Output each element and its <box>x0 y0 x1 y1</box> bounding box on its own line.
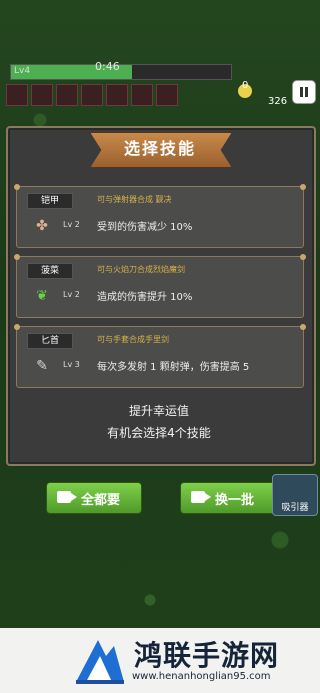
skill-level: Lv 2 <box>63 220 80 229</box>
armor-icon: ✤ <box>36 218 48 234</box>
skill-description: 造成的伤害提升 10% <box>97 292 193 303</box>
luck-subtext: 有机会选择4个技能 <box>107 426 211 440</box>
skill-description: 每次多发射 1 颗射弹，伤害提高 5 <box>97 362 250 373</box>
skill-combo-hint: 可与手套合成手里剑 <box>97 335 169 344</box>
survival-timer: 0:46 <box>95 60 120 73</box>
item-slot <box>56 84 78 106</box>
item-slot <box>131 84 153 106</box>
xp-bar <box>10 64 232 80</box>
magnet-label: 吸引器 <box>281 503 309 513</box>
gold-count: 326 <box>268 96 288 107</box>
watermark-title: 鸿联手游网 <box>134 639 280 672</box>
video-ad-icon <box>57 491 77 503</box>
item-slots <box>6 84 178 108</box>
refresh-skills-button[interactable]: 换一批 <box>180 482 276 514</box>
take-all-label: 全都要 <box>81 493 121 508</box>
skill-card-spinach[interactable]: 菠菜 可与火焰刀合成烈焰魔剑 ❦ Lv 2 造成的伤害提升 10% <box>14 254 306 318</box>
skill-card-armor[interactable]: 铠甲 可与弹射器合成 觐决 ✤ Lv 2 受到的伤害减少 10% <box>14 184 306 248</box>
item-slot <box>156 84 178 106</box>
refresh-skills-label: 换一批 <box>215 493 255 508</box>
pause-button[interactable] <box>292 80 316 104</box>
skill-name: 匕首 <box>27 333 73 349</box>
dagger-icon: ✎ <box>36 358 48 374</box>
kill-count: 0 <box>242 80 249 91</box>
skill-combo-hint: 可与弹射器合成 觐决 <box>97 195 172 204</box>
player-level: Lv4 <box>14 66 31 76</box>
skill-level: Lv 3 <box>63 360 80 369</box>
dialog-title: 选择技能 <box>123 139 196 158</box>
video-ad-icon <box>191 491 211 503</box>
corner-ornament <box>14 254 20 260</box>
skill-name: 菠菜 <box>27 263 73 279</box>
skill-card-dagger[interactable]: 匕首 可与手套合成手里剑 ✎ Lv 3 每次多发射 1 颗射弹，伤害提高 5 <box>14 324 306 388</box>
skill-combo-hint: 可与火焰刀合成烈焰魔剑 <box>97 265 185 274</box>
skill-level: Lv 2 <box>63 290 80 299</box>
item-slot <box>81 84 103 106</box>
take-all-button[interactable]: 全都要 <box>46 482 142 514</box>
magnet-item[interactable]: 吸引器 <box>272 474 318 516</box>
watermark-url: www.henanhonglian95.com <box>132 671 271 682</box>
spinach-icon: ❦ <box>36 288 48 304</box>
corner-ornament <box>300 184 306 190</box>
corner-ornament <box>300 324 306 330</box>
skill-name: 铠甲 <box>27 193 73 209</box>
skill-description: 受到的伤害减少 10% <box>97 222 193 233</box>
watermark-logo-icon <box>76 640 124 684</box>
corner-ornament <box>300 254 306 260</box>
item-slot <box>31 84 53 106</box>
corner-ornament <box>14 184 20 190</box>
corner-ornament <box>14 324 20 330</box>
item-slot <box>6 84 28 106</box>
luck-heading: 提升幸运值 <box>128 404 189 418</box>
item-slot <box>106 84 128 106</box>
